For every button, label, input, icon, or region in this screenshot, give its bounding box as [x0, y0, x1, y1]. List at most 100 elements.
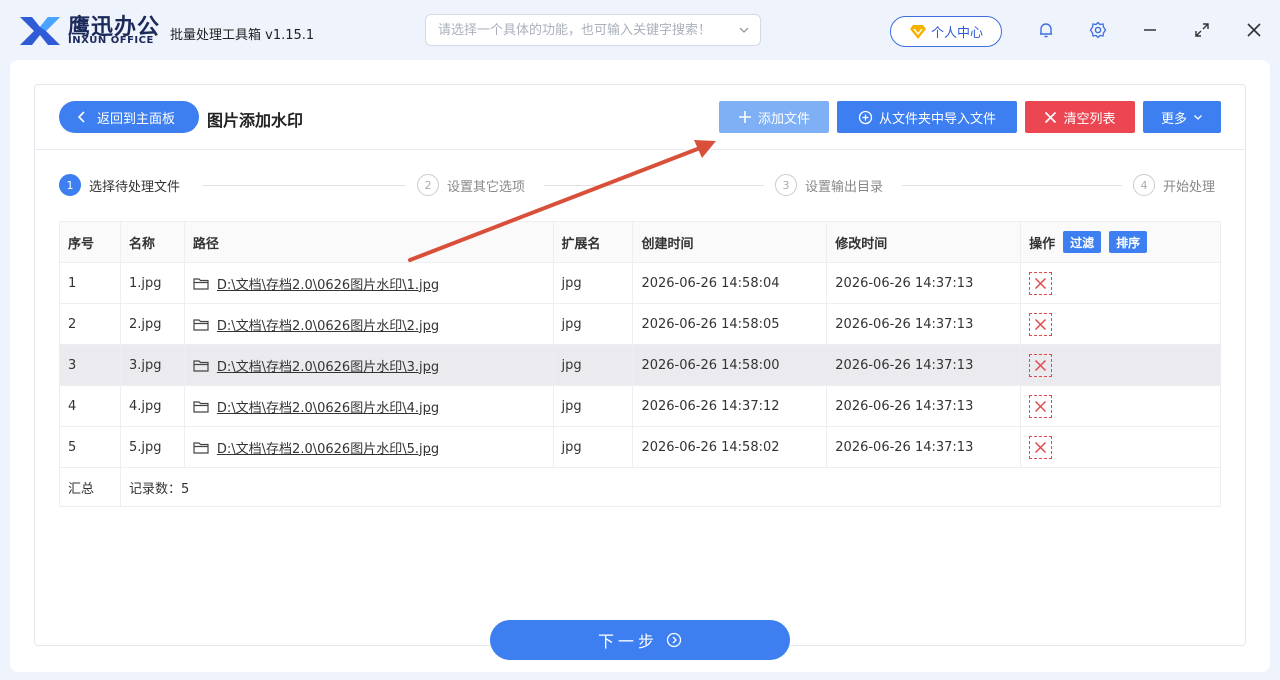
cell-index: 2	[59, 303, 121, 345]
step-connector	[544, 185, 764, 186]
clear-list-label: 清空列表	[1063, 111, 1116, 127]
table-row[interactable]: 1 1.jpg D:\文档\存档2.0\0626图片水印\1.jpg jpg 2…	[59, 262, 1221, 304]
table-row[interactable]: 5 5.jpg D:\文档\存档2.0\0626图片水印\5.jpg jpg 2…	[59, 426, 1221, 468]
col-name-header: 名称	[119, 221, 185, 263]
col-ops-header: 操作 过滤 排序	[1020, 221, 1221, 263]
next-step-label: 下一步	[597, 632, 658, 651]
table-row[interactable]: 2 2.jpg D:\文档\存档2.0\0626图片水印\2.jpg jpg 2…	[59, 303, 1221, 345]
cell-name: 5.jpg	[119, 426, 185, 468]
cell-modified: 2026-06-26 14:37:13	[826, 262, 1022, 304]
step-select-files: 1 选择待处理文件	[59, 174, 180, 196]
cell-path: D:\文档\存档2.0\0626图片水印\3.jpg	[183, 344, 554, 386]
sort-button[interactable]: 排序	[1109, 231, 1148, 253]
back-button-label: 返回到主面板	[97, 111, 176, 127]
file-path-link[interactable]: D:\文档\存档2.0\0626图片水印\2.jpg	[217, 315, 439, 334]
file-path-link[interactable]: D:\文档\存档2.0\0626图片水印\1.jpg	[217, 274, 439, 293]
chevron-down-icon[interactable]	[738, 24, 750, 36]
cell-modified: 2026-06-26 14:37:13	[826, 344, 1022, 386]
cell-created: 2026-06-26 14:58:00	[632, 344, 828, 386]
folder-icon	[193, 400, 209, 413]
cell-created: 2026-06-26 14:37:12	[632, 385, 828, 427]
step-number: 3	[775, 174, 797, 196]
step-label: 选择待处理文件	[89, 179, 181, 195]
cell-name: 1.jpg	[119, 262, 185, 304]
file-table: 序号 名称 路径 扩展名 创建时间 修改时间 操作 过滤 排序 1 1.jpg …	[59, 221, 1222, 507]
cell-ops	[1020, 262, 1221, 304]
chevron-down-icon	[1194, 115, 1202, 120]
cell-path: D:\文档\存档2.0\0626图片水印\4.jpg	[183, 385, 554, 427]
diamond-icon	[909, 24, 926, 39]
cell-name: 3.jpg	[119, 344, 185, 386]
summary-row: 汇总 记录数：5	[59, 467, 1222, 507]
next-step-button[interactable]: 下一步	[490, 620, 790, 660]
step-connector	[202, 185, 406, 186]
cell-ext: jpg	[552, 426, 634, 468]
delete-icon[interactable]	[1029, 271, 1053, 295]
delete-icon[interactable]	[1029, 394, 1053, 418]
brand-name-en: INXUN OFFICE	[68, 35, 154, 46]
more-button[interactable]: 更多	[1143, 101, 1221, 133]
col-modified-header: 修改时间	[826, 221, 1022, 263]
step-start: 4 开始处理	[1133, 174, 1215, 196]
table-header-row: 序号 名称 路径 扩展名 创建时间 修改时间 操作 过滤 排序	[59, 221, 1221, 263]
step-number: 4	[1133, 174, 1155, 196]
cell-index: 5	[59, 426, 121, 468]
col-index-header: 序号	[59, 221, 121, 263]
cell-modified: 2026-06-26 14:37:13	[826, 385, 1022, 427]
cell-ext: jpg	[552, 262, 634, 304]
delete-icon[interactable]	[1029, 353, 1053, 377]
step-number: 2	[417, 174, 439, 196]
cell-ops	[1020, 303, 1221, 345]
delete-icon[interactable]	[1029, 435, 1053, 459]
file-path-link[interactable]: D:\文档\存档2.0\0626图片水印\4.jpg	[217, 397, 439, 416]
delete-icon[interactable]	[1029, 312, 1053, 336]
cell-path: D:\文档\存档2.0\0626图片水印\2.jpg	[183, 303, 554, 345]
more-label: 更多	[1160, 111, 1187, 127]
folder-icon	[193, 359, 209, 372]
app-title: 批量处理工具箱 v1.15.1	[170, 28, 315, 43]
cell-modified: 2026-06-26 14:37:13	[826, 426, 1022, 468]
back-to-main-button[interactable]: 返回到主面板	[59, 101, 199, 133]
folder-import-icon	[858, 110, 873, 124]
maximize-icon[interactable]	[1191, 19, 1213, 41]
add-file-button[interactable]: 添加文件	[719, 101, 829, 133]
user-center-button[interactable]: 个人中心	[890, 16, 1002, 47]
bell-icon[interactable]	[1035, 19, 1057, 41]
file-path-link[interactable]: D:\文档\存档2.0\0626图片水印\3.jpg	[217, 356, 439, 375]
step-number: 1	[59, 174, 81, 196]
folder-icon	[193, 441, 209, 454]
table-row[interactable]: 3 3.jpg D:\文档\存档2.0\0626图片水印\3.jpg jpg 2…	[59, 344, 1221, 386]
cell-name: 4.jpg	[119, 385, 185, 427]
add-file-label: 添加文件	[757, 111, 810, 127]
ops-label: 操作	[1029, 236, 1056, 252]
step-label: 开始处理	[1163, 179, 1216, 195]
summary-value: 记录数：5	[119, 467, 1222, 507]
cell-created: 2026-06-26 14:58:05	[632, 303, 828, 345]
minimize-icon[interactable]	[1139, 19, 1161, 41]
step-label: 设置其它选项	[447, 179, 526, 195]
cell-ops	[1020, 385, 1221, 427]
cell-ext: jpg	[552, 344, 634, 386]
table-row[interactable]: 4 4.jpg D:\文档\存档2.0\0626图片水印\4.jpg jpg 2…	[59, 385, 1221, 427]
gear-icon[interactable]	[1087, 19, 1109, 41]
search-box[interactable]	[425, 14, 761, 46]
plus-icon	[738, 111, 751, 123]
cell-name: 2.jpg	[119, 303, 185, 345]
step-label: 设置输出目录	[805, 179, 884, 195]
file-path-link[interactable]: D:\文档\存档2.0\0626图片水印\5.jpg	[217, 438, 439, 457]
cell-created: 2026-06-26 14:58:04	[632, 262, 828, 304]
clear-list-button[interactable]: 清空列表	[1025, 101, 1135, 133]
cell-index: 4	[59, 385, 121, 427]
x-icon	[1045, 111, 1057, 123]
filter-button[interactable]: 过滤	[1063, 231, 1102, 253]
cell-ops	[1020, 426, 1221, 468]
cell-path: D:\文档\存档2.0\0626图片水印\1.jpg	[183, 262, 554, 304]
folder-icon	[193, 318, 209, 331]
search-input[interactable]	[426, 15, 726, 45]
chevron-left-icon	[77, 111, 85, 123]
close-icon[interactable]	[1243, 19, 1265, 41]
cell-modified: 2026-06-26 14:37:13	[826, 303, 1022, 345]
user-center-label: 个人中心	[930, 26, 983, 41]
col-ext-header: 扩展名	[552, 221, 634, 263]
import-from-folder-button[interactable]: 从文件夹中导入文件	[837, 101, 1017, 133]
